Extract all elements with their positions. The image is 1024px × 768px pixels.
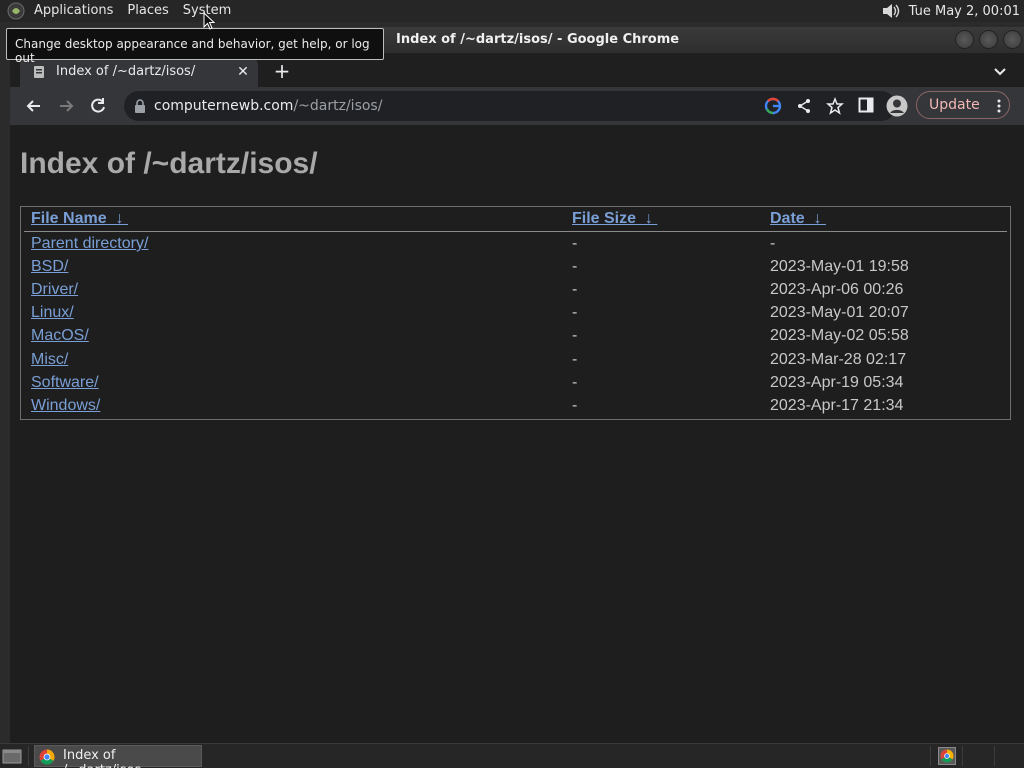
page-content: Index of /~dartz/isos/ File Name ↓ File … xyxy=(10,125,1024,743)
file-link[interactable]: Linux/ xyxy=(31,304,74,322)
table-row: Linux/ - 2023-May-01 20:07 xyxy=(21,304,1010,327)
file-size: - xyxy=(572,235,578,252)
url-host: computernewb.com xyxy=(154,98,294,114)
file-size: - xyxy=(572,351,578,368)
url-path: /~dartz/isos/ xyxy=(293,98,383,114)
volume-icon[interactable] xyxy=(879,0,901,22)
header-name-label: File Name xyxy=(31,210,107,227)
file-size: - xyxy=(572,374,578,391)
top-panel: Applications Places System Tue May 2, 00… xyxy=(0,0,1024,22)
close-window-button[interactable] xyxy=(1003,30,1022,49)
tab-index-isos[interactable]: Index of /~dartz/isos/ ✕ xyxy=(20,57,258,87)
file-size: - xyxy=(572,304,578,321)
new-tab-icon[interactable]: + xyxy=(272,61,292,81)
file-date: 2023-May-01 19:58 xyxy=(770,258,909,275)
table-row: MacOS/ - 2023-May-02 05:58 xyxy=(21,327,1010,350)
menu-applications[interactable]: Applications xyxy=(27,0,120,22)
taskbar-button-chrome[interactable]: Index of /~dartz/isos... xyxy=(34,745,202,768)
column-header-file-size[interactable]: File Size ↓ xyxy=(572,210,657,228)
file-size: - xyxy=(572,327,578,344)
file-size: - xyxy=(572,258,578,275)
chrome-icon xyxy=(39,749,55,765)
screen: Applications Places System Tue May 2, 00… xyxy=(0,0,1024,768)
header-divider xyxy=(24,231,1007,232)
share-icon[interactable] xyxy=(796,98,812,114)
side-panel-icon[interactable] xyxy=(858,97,874,113)
file-listing-table: File Name ↓ File Size ↓ Date ↓ Parent di… xyxy=(20,206,1011,420)
tab-title: Index of /~dartz/isos/ xyxy=(56,64,196,79)
sort-arrow-icon: ↓ xyxy=(115,210,124,227)
kebab-menu-icon[interactable] xyxy=(997,98,1001,114)
panel-separator xyxy=(28,746,29,766)
panel-separator xyxy=(930,746,931,766)
column-header-date[interactable]: Date ↓ xyxy=(770,210,826,228)
system-menu-tooltip: Change desktop appearance and behavior, … xyxy=(6,28,384,65)
gnome-foot-icon[interactable] xyxy=(6,1,26,21)
table-row: Misc/ - 2023-Mar-28 02:17 xyxy=(21,351,1010,374)
file-date: 2023-May-01 20:07 xyxy=(770,304,909,321)
browser-toolbar: computernewb.com/~dartz/isos/ Update xyxy=(10,87,1024,125)
maximize-button[interactable] xyxy=(979,30,998,49)
file-date: 2023-Apr-17 21:34 xyxy=(770,397,904,414)
chrome-tray-icon[interactable] xyxy=(938,747,956,765)
page-title: Index of /~dartz/isos/ xyxy=(20,147,318,180)
google-lens-icon[interactable] xyxy=(764,97,782,115)
url-text: computernewb.com/~dartz/isos/ xyxy=(154,98,382,114)
back-arrow-icon[interactable] xyxy=(24,96,44,116)
panel-clock[interactable]: Tue May 2, 00:01 xyxy=(909,4,1020,19)
update-label: Update xyxy=(929,97,980,113)
file-link[interactable]: Misc/ xyxy=(31,351,68,369)
header-date-label: Date xyxy=(770,210,805,227)
sort-arrow-icon: ↓ xyxy=(813,210,822,227)
sort-arrow-icon: ↓ xyxy=(644,210,653,227)
file-date: 2023-Apr-19 05:34 xyxy=(770,374,904,391)
table-row: Software/ - 2023-Apr-19 05:34 xyxy=(21,374,1010,397)
tab-search-chevron-icon[interactable] xyxy=(992,63,1008,79)
bottom-panel: Index of /~dartz/isos... xyxy=(0,743,1024,768)
minimize-button[interactable] xyxy=(955,30,974,49)
file-size: - xyxy=(572,281,578,298)
tab-close-icon[interactable]: ✕ xyxy=(234,63,252,81)
profile-avatar-icon[interactable] xyxy=(886,95,908,117)
forward-arrow-icon[interactable] xyxy=(56,96,76,116)
reload-icon[interactable] xyxy=(88,96,108,116)
panel-separator xyxy=(994,746,995,766)
file-link[interactable]: Windows/ xyxy=(31,397,100,415)
table-row: Parent directory/ - - xyxy=(21,235,1010,258)
address-bar[interactable]: computernewb.com/~dartz/isos/ xyxy=(124,91,896,121)
file-date: 2023-Mar-28 02:17 xyxy=(770,351,907,368)
menu-places[interactable]: Places xyxy=(120,0,175,22)
show-desktop-icon[interactable] xyxy=(2,747,22,765)
table-row: Windows/ - 2023-Apr-17 21:34 xyxy=(21,397,1010,420)
taskbar-label: Index of /~dartz/isos... xyxy=(63,748,154,768)
favicon-icon xyxy=(34,66,44,78)
lock-icon[interactable] xyxy=(134,99,146,113)
bookmark-star-icon[interactable] xyxy=(826,97,844,115)
table-row: Driver/ - 2023-Apr-06 00:26 xyxy=(21,281,1010,304)
file-link[interactable]: Driver/ xyxy=(31,281,78,299)
file-size: - xyxy=(572,397,578,414)
window-title: Index of /~dartz/isos/ - Google Chrome xyxy=(396,32,680,47)
chrome-window: Index of /~dartz/isos/ - Google Chrome I… xyxy=(10,27,1024,743)
mouse-pointer-icon xyxy=(203,12,215,30)
table-row: BSD/ - 2023-May-01 19:58 xyxy=(21,258,1010,281)
header-size-label: File Size xyxy=(572,210,637,227)
file-link[interactable]: Parent directory/ xyxy=(31,235,148,253)
panel-tray: Tue May 2, 00:01 xyxy=(879,0,1024,22)
file-date: - xyxy=(770,235,776,252)
file-link[interactable]: MacOS/ xyxy=(31,327,89,345)
column-header-file-name[interactable]: File Name ↓ xyxy=(31,210,128,228)
panel-separator xyxy=(962,746,963,766)
file-link[interactable]: Software/ xyxy=(31,374,99,392)
update-button[interactable]: Update xyxy=(916,91,1010,119)
window-controls xyxy=(955,30,1022,49)
file-date: 2023-May-02 05:58 xyxy=(770,327,909,344)
file-date: 2023-Apr-06 00:26 xyxy=(770,281,904,298)
file-link[interactable]: BSD/ xyxy=(31,258,68,276)
